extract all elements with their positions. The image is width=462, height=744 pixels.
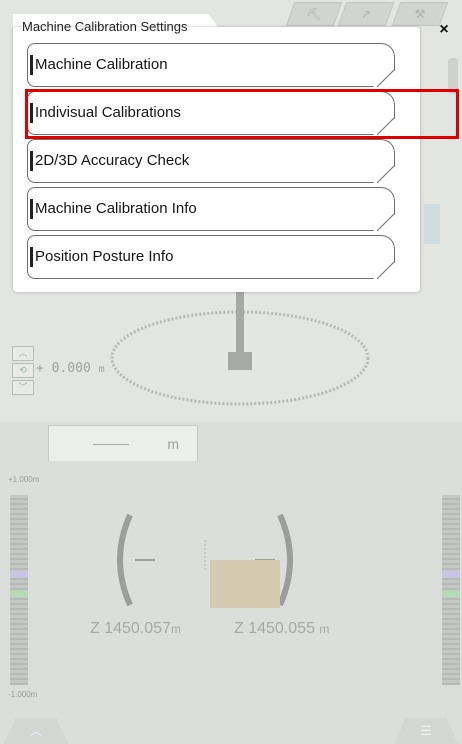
tab-machine-view[interactable]: ⛏	[285, 2, 343, 26]
menu-item-machine-calibration-info[interactable]: Machine Calibration Info	[27, 187, 395, 231]
elevation-prefix: +	[36, 361, 44, 376]
z-right-readout: Z 1450.055 m	[234, 620, 329, 638]
bucket-guidance-drawing	[117, 513, 293, 608]
tab-arm-view[interactable]: ↗	[337, 2, 395, 26]
right-level-ladder	[442, 495, 460, 685]
menu-item-label: Machine Calibration	[35, 56, 168, 73]
close-icon[interactable]: ×	[434, 20, 454, 40]
lower-view-tab[interactable]: m	[48, 425, 198, 461]
ladder-mark-purple	[442, 571, 460, 577]
menu-item-corner	[376, 69, 395, 87]
scale-bottom-label: -1.000m	[8, 690, 38, 699]
right-side-tab[interactable]	[424, 204, 440, 244]
lower-tab-dash	[93, 444, 129, 445]
z-left-prefix: Z	[90, 620, 100, 637]
menu-item-corner	[376, 261, 395, 279]
ladder-mark-purple	[10, 571, 28, 577]
elevation-unit: m	[98, 364, 105, 375]
popup-title: Machine Calibration Settings	[22, 19, 188, 34]
z-left-readout: Z 1450.057m	[90, 620, 181, 638]
elevation-value: 0.000	[51, 361, 91, 376]
elevation-readout: + 0.000 m	[36, 361, 105, 376]
menu-item-marker	[30, 151, 33, 171]
chevron-down-icon[interactable]: ﹀	[12, 380, 34, 395]
ladder-mark-green	[10, 591, 28, 597]
elevation-stepper[interactable]: ︿ ⟲ ﹀	[12, 346, 34, 395]
menu-item-marker	[30, 199, 33, 219]
menu-item-label: Position Posture Info	[35, 248, 174, 265]
menu-item-label: 2D/3D Accuracy Check	[35, 152, 190, 169]
elevation-indicator-icon: ⟲	[12, 363, 34, 378]
arm-icon: ↗	[360, 7, 372, 21]
menu-item-label: Machine Calibration Info	[35, 200, 197, 217]
menu-item-accuracy-check[interactable]: 2D/3D Accuracy Check	[27, 139, 395, 183]
z-left-unit: m	[170, 622, 181, 636]
z-left-value: 1450.057	[104, 620, 171, 637]
menu-item-corner	[376, 213, 395, 231]
ladder-mark-green	[442, 591, 460, 597]
lower-tab-unit: m	[167, 436, 179, 452]
chevron-up-icon[interactable]: ︿	[12, 346, 34, 361]
selection-highlight-box	[25, 89, 459, 139]
machine-icon: ⛏	[306, 7, 322, 21]
scale-top-label: +1.000m	[8, 475, 40, 484]
menu-item-position-posture-info[interactable]: Position Posture Info	[27, 235, 395, 279]
z-right-prefix: Z	[234, 620, 244, 637]
menu-item-marker	[30, 55, 33, 75]
menu-item-corner	[376, 165, 395, 183]
left-level-ladder	[10, 495, 28, 685]
z-right-unit: m	[319, 622, 330, 636]
menu-item-machine-calibration[interactable]: Machine Calibration	[27, 43, 395, 87]
z-right-value: 1450.055	[248, 620, 315, 637]
top-tab-bar: ⛏ ↗ ⚒	[200, 0, 462, 28]
machine-plan-drawing	[110, 288, 370, 406]
menu-item-marker	[30, 247, 33, 267]
